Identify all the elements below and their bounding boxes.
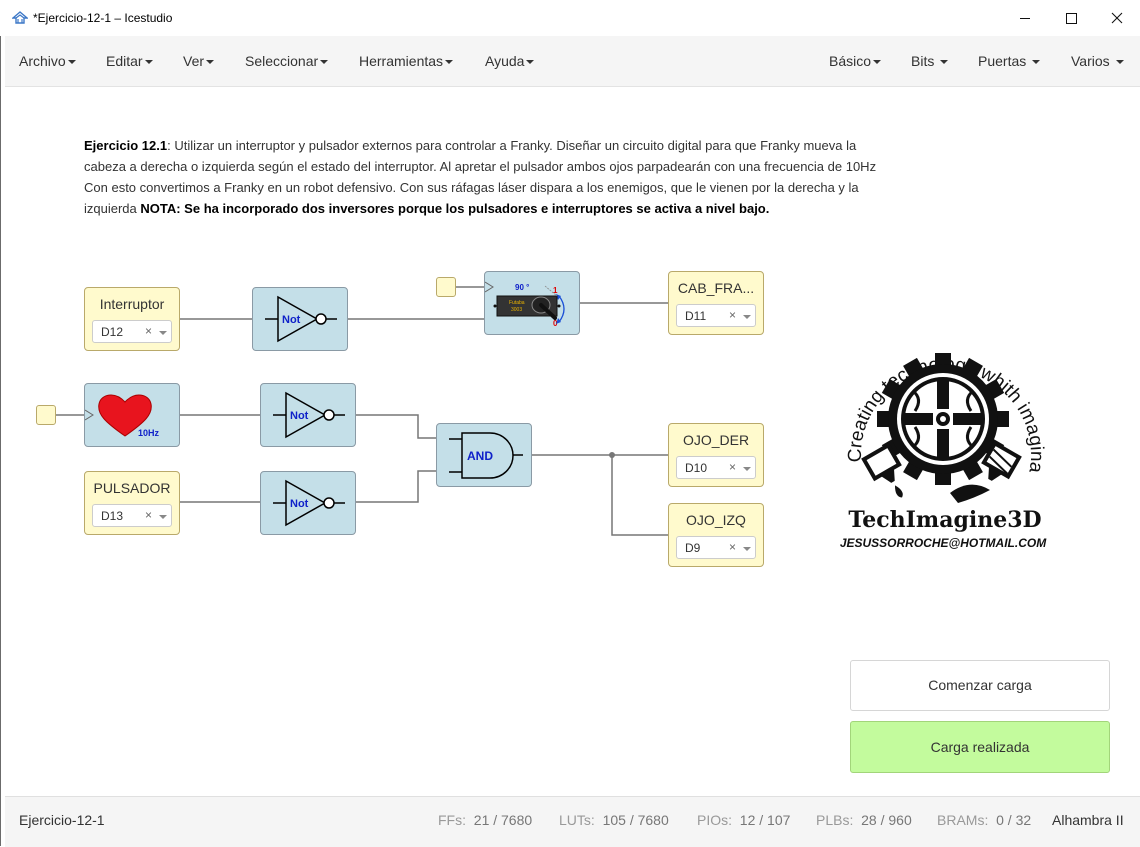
heart-icon: 10Hz <box>84 394 160 438</box>
output-block-ojo-izq[interactable]: OJO_IZQ D9 × <box>668 503 764 567</box>
block-label: OJO_IZQ <box>686 512 746 528</box>
pin-value: D9 <box>685 541 701 555</box>
dropdown-arrow-icon <box>159 331 167 335</box>
techimagine3d-logo: Creating technology whith imagination <box>840 318 1047 550</box>
logo-email: JESUSSORROCHE@HOTMAIL.COM <box>840 536 1047 550</box>
not-label: Not <box>290 498 309 510</box>
status-board[interactable]: Alhambra II <box>1052 812 1124 828</box>
servo-icon: 90 ° 1 0 Futaba 3003 <box>484 281 565 328</box>
clear-icon[interactable]: × <box>729 540 736 554</box>
block-label: OJO_DER <box>682 432 750 448</box>
pios-label: PIOs: <box>697 812 733 828</box>
pin-select[interactable]: D13 × <box>92 504 172 527</box>
heart-input-block[interactable] <box>36 405 56 425</box>
status-pios: PIOs: 12 / 107 <box>697 812 790 828</box>
ffs-label: FFs: <box>438 812 466 828</box>
not-gate-symbol-icon: Not <box>273 479 345 527</box>
dropdown-arrow-icon <box>743 315 751 319</box>
comenzar-carga-button[interactable]: Comenzar carga <box>850 660 1110 711</box>
not-gate-block[interactable]: Not <box>260 471 356 535</box>
status-bar: Ejercicio-12-1 FFs: 21 / 7680 LUTs: 105 … <box>5 796 1140 847</box>
input-block-interruptor[interactable]: Interruptor D12 × <box>84 287 180 351</box>
heart-frequency-label: 10Hz <box>138 428 160 438</box>
clear-icon[interactable]: × <box>145 508 152 522</box>
servo-one-label: 1 <box>553 286 558 295</box>
servo-brand-label: Futaba <box>509 300 525 306</box>
brams-label: BRAMs: <box>937 812 989 828</box>
status-filename: Ejercicio-12-1 <box>19 812 105 828</box>
not-gate-block[interactable]: Not <box>260 383 356 447</box>
brams-value: 0 / 32 <box>996 812 1032 828</box>
plbs-value: 28 / 960 <box>861 812 912 828</box>
pin-select[interactable]: D9 × <box>676 536 756 559</box>
output-block-cab-franky[interactable]: CAB_FRA... D11 × <box>668 271 764 335</box>
not-gate-symbol-icon: Not <box>273 391 345 439</box>
not-label: Not <box>282 314 301 326</box>
logo-name: TechImagine3D <box>848 507 1041 533</box>
block-label: Interruptor <box>99 296 165 312</box>
not-gate-block[interactable]: Not <box>252 287 348 351</box>
pios-value: 12 / 107 <box>739 812 791 828</box>
servo-angle-label: 90 ° <box>515 283 529 292</box>
input-block-pulsador[interactable]: PULSADOR D13 × <box>84 471 180 535</box>
and-label: AND <box>467 449 493 463</box>
ffs-value: 21 / 7680 <box>473 812 533 828</box>
dropdown-arrow-icon <box>159 515 167 519</box>
clear-icon[interactable]: × <box>729 460 736 474</box>
block-label: CAB_FRA... <box>677 280 755 296</box>
clear-icon[interactable]: × <box>729 308 736 322</box>
servo-model-label: 3003 <box>511 307 522 313</box>
pin-select[interactable]: D11 × <box>676 304 756 327</box>
pin-value: D13 <box>101 509 124 523</box>
status-brams: BRAMs: 0 / 32 <box>937 812 1031 828</box>
status-ffs: FFs: 21 / 7680 <box>438 812 532 828</box>
servo-input-block[interactable] <box>436 277 456 297</box>
servo-block[interactable]: 90 ° 1 0 Futaba 3003 <box>484 271 580 335</box>
block-label: PULSADOR <box>93 480 171 496</box>
dropdown-arrow-icon <box>743 467 751 471</box>
status-plbs: PLBs: 28 / 960 <box>816 812 912 828</box>
luts-label: LUTs: <box>559 812 595 828</box>
pin-value: D11 <box>685 309 707 323</box>
pin-value: D10 <box>685 461 708 475</box>
clear-icon[interactable]: × <box>145 324 152 338</box>
status-luts: LUTs: 105 / 7680 <box>559 812 669 828</box>
not-label: Not <box>290 410 309 422</box>
luts-value: 105 / 7680 <box>602 812 669 828</box>
and-gate-symbol-icon: AND <box>449 432 523 479</box>
pin-select[interactable]: D12 × <box>92 320 172 343</box>
not-gate-symbol-icon: Not <box>265 295 337 343</box>
plbs-label: PLBs: <box>816 812 854 828</box>
pin-select[interactable]: D10 × <box>676 456 756 479</box>
heartbeat-10hz-block[interactable]: 10Hz <box>84 383 180 447</box>
carga-realizada-button[interactable]: Carga realizada <box>850 721 1110 773</box>
and-gate-block[interactable]: AND <box>436 423 532 487</box>
pin-value: D12 <box>101 325 124 339</box>
output-block-ojo-der[interactable]: OJO_DER D10 × <box>668 423 764 487</box>
dropdown-arrow-icon <box>743 547 751 551</box>
